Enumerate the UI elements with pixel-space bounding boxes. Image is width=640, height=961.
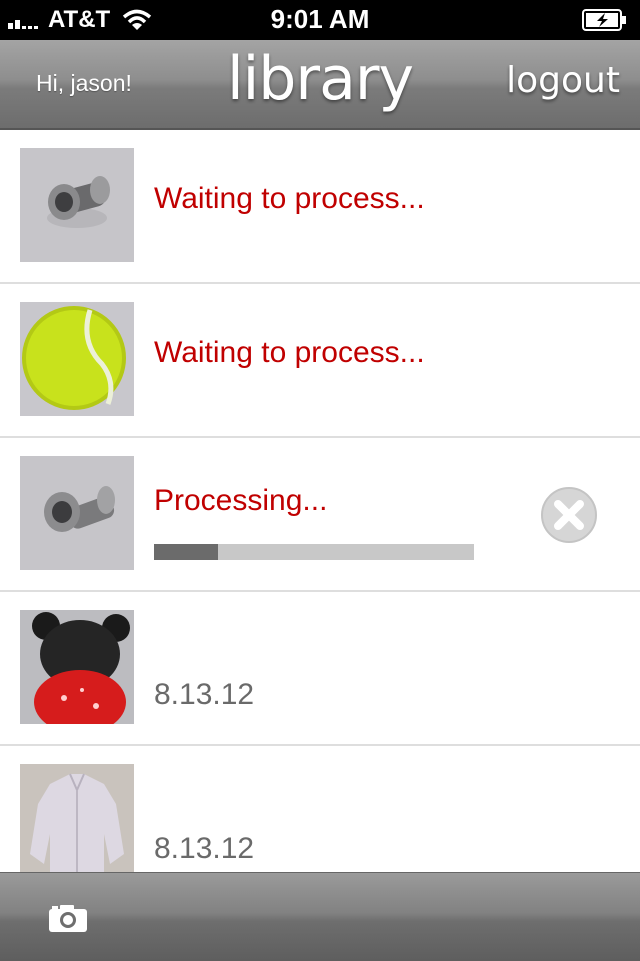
bottom-toolbar <box>0 872 640 961</box>
list-item[interactable]: Waiting to process... <box>0 284 640 438</box>
nav-bar: Hi, jason! library logout <box>0 40 640 130</box>
item-date: 8.13.12 <box>154 832 255 865</box>
progress-bar <box>154 544 474 560</box>
battery-icon <box>582 9 626 31</box>
list-item[interactable]: Processing... <box>0 438 640 592</box>
library-list: Waiting to process... Waiting to process… <box>0 130 640 872</box>
tennis-ball-thumbnail <box>20 302 134 416</box>
camera-icon[interactable] <box>48 903 88 933</box>
item-status: Waiting to process... <box>154 182 425 215</box>
list-item[interactable]: Waiting to process... <box>0 130 640 284</box>
shirt-thumbnail <box>20 764 134 872</box>
doll-thumbnail <box>20 610 134 724</box>
item-status: Waiting to process... <box>154 336 425 369</box>
logout-button[interactable]: logout <box>506 60 620 101</box>
progress-fill <box>154 544 218 560</box>
close-circle-icon[interactable] <box>540 486 598 544</box>
status-bar: AT&T 9:01 AM <box>0 0 640 40</box>
list-item[interactable]: 8.13.12 <box>0 592 640 746</box>
item-date: 8.13.12 <box>154 678 255 711</box>
bolt-thumbnail <box>20 148 134 262</box>
list-item[interactable]: 8.13.12 <box>0 746 640 872</box>
item-status: Processing... <box>154 484 328 517</box>
status-time: 9:01 AM <box>270 4 370 34</box>
bolt-thumbnail <box>20 456 134 570</box>
